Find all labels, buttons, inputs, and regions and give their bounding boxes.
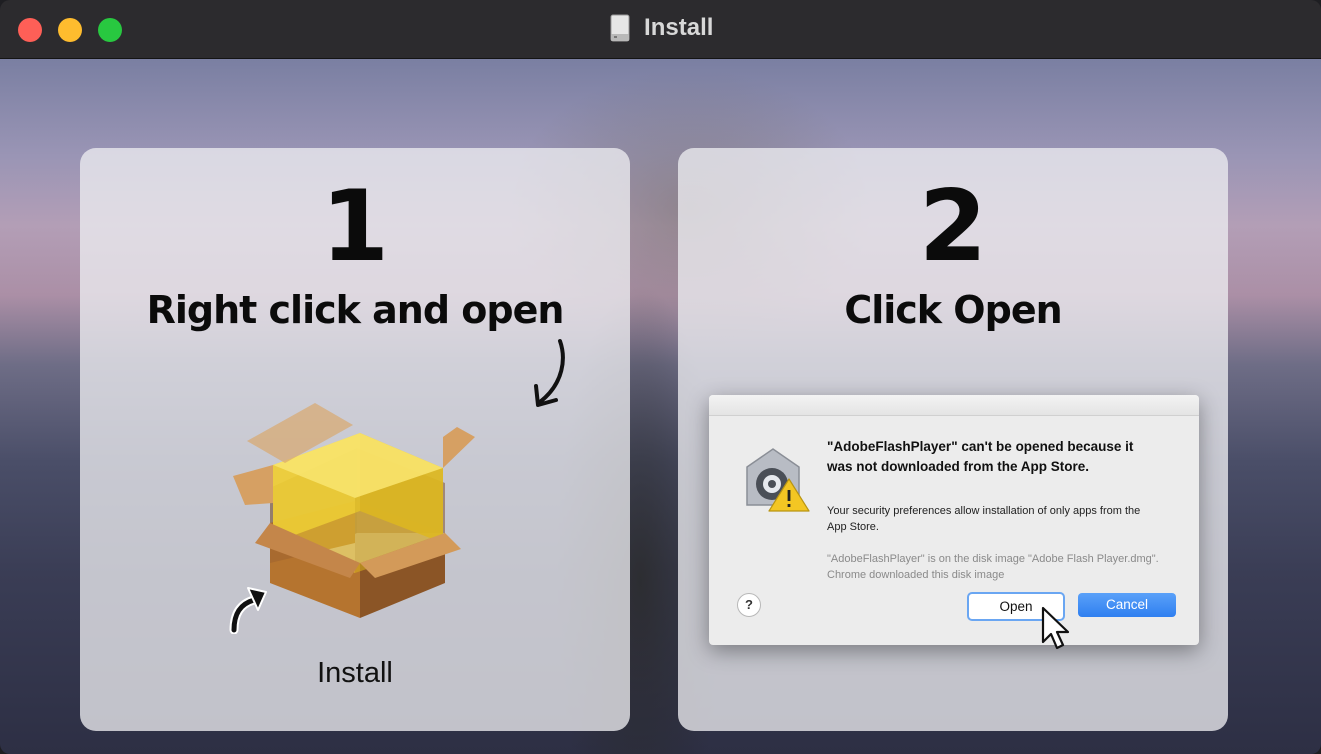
window-title: Install — [0, 14, 1321, 42]
curved-arrow-icon — [534, 339, 565, 407]
dialog-top-bar — [709, 395, 1199, 416]
installer-window: Install 1 Right click and open Install 2… — [0, 0, 1321, 754]
help-button[interactable]: ? — [737, 593, 761, 617]
step-1-heading: Right click and open — [146, 288, 565, 332]
install-icon-label[interactable]: Install — [80, 657, 630, 690]
gatekeeper-dialog: "AdobeFlashPlayer" can't be opened becau… — [709, 395, 1199, 650]
dialog-disk-image-note: "AdobeFlashPlayer" is on the disk image … — [827, 553, 1159, 581]
alias-arrow-icon — [229, 587, 267, 634]
step-2-panel: 2 Click Open "AdobeFlashPlayer" can't be… — [678, 148, 1228, 731]
disk-image-icon — [610, 14, 630, 42]
dialog-message: Your security preferences allow installa… — [827, 505, 1141, 533]
step-1-panel: 1 Right click and open Install — [80, 148, 630, 731]
gatekeeper-warning-icon — [746, 448, 810, 512]
step-1-number: 1 — [320, 170, 390, 284]
mouse-pointer-icon — [1041, 606, 1070, 650]
step-2-number: 2 — [918, 170, 988, 284]
window-title-text: Install — [644, 14, 714, 41]
step-2-heading: Click Open — [844, 288, 1062, 332]
title-bar[interactable]: Install — [0, 0, 1321, 59]
dialog-title: "AdobeFlashPlayer" can't be opened becau… — [827, 439, 1134, 474]
cancel-button[interactable]: Cancel — [1078, 593, 1176, 617]
